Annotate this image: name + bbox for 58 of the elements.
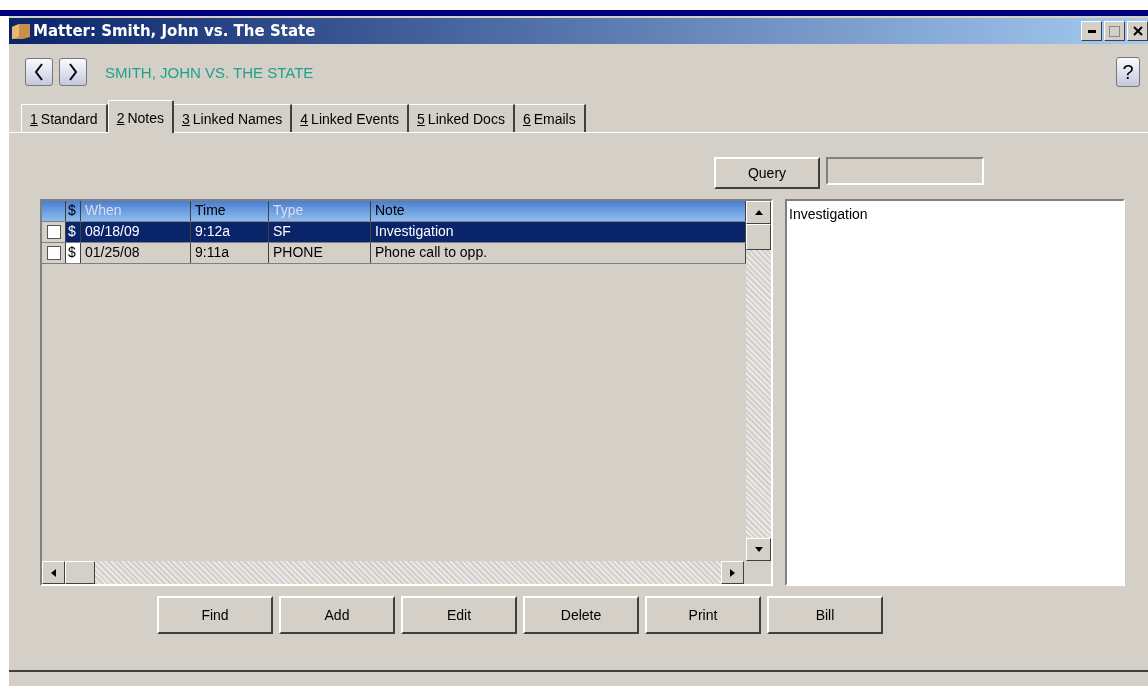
note-text: Investigation bbox=[789, 206, 868, 222]
down-arrow-icon bbox=[754, 547, 763, 552]
vertical-scrollbar[interactable] bbox=[746, 201, 771, 561]
table-cell: PHONE bbox=[269, 243, 371, 263]
tab[interactable]: 2 Notes bbox=[107, 100, 174, 133]
left-arrow-icon bbox=[51, 568, 56, 577]
scroll-thumb[interactable] bbox=[65, 561, 95, 584]
scroll-up-button[interactable] bbox=[746, 201, 771, 224]
note-preview[interactable]: Investigation bbox=[785, 199, 1125, 586]
horizontal-scrollbar[interactable] bbox=[42, 561, 771, 584]
tab[interactable]: 5 Linked Docs bbox=[409, 104, 515, 132]
column-header[interactable] bbox=[42, 201, 66, 221]
tab[interactable]: 6 Emails bbox=[514, 104, 586, 132]
window-title: Matter: Smith, John vs. The State bbox=[33, 22, 316, 40]
checkbox[interactable] bbox=[46, 225, 61, 239]
tab[interactable]: 1 Standard bbox=[21, 104, 108, 132]
scroll-left-button[interactable] bbox=[42, 561, 65, 584]
column-header[interactable]: Time bbox=[191, 201, 269, 221]
tab[interactable]: 4 Linked Events bbox=[292, 104, 410, 132]
maximize-button[interactable] bbox=[1104, 21, 1125, 41]
action-button[interactable]: Bill bbox=[767, 596, 883, 634]
forward-button[interactable] bbox=[59, 58, 87, 86]
action-button[interactable]: Edit bbox=[401, 596, 517, 634]
action-button[interactable]: Print bbox=[645, 596, 761, 634]
checkbox[interactable] bbox=[46, 246, 61, 260]
back-icon bbox=[34, 63, 44, 81]
action-button[interactable]: Find bbox=[157, 596, 273, 634]
help-button[interactable]: ? bbox=[1116, 57, 1140, 87]
forward-icon bbox=[68, 63, 78, 81]
table-cell: $ bbox=[66, 222, 81, 242]
back-button[interactable] bbox=[25, 58, 53, 86]
query-button[interactable]: Query bbox=[714, 157, 820, 189]
close-button[interactable] bbox=[1127, 21, 1148, 41]
table-cell: 9:11a bbox=[191, 243, 269, 263]
table-cell: SF bbox=[269, 222, 371, 242]
table-row[interactable]: $ 01/25/08 9:11a PHONE Phone call to opp. bbox=[42, 243, 746, 264]
action-button[interactable]: Delete bbox=[523, 596, 639, 634]
table-row[interactable]: $ 08/18/09 9:12a SF Investigation bbox=[42, 222, 746, 243]
right-arrow-icon bbox=[730, 568, 735, 577]
table-cell: 01/25/08 bbox=[81, 243, 191, 263]
table-cell: $ bbox=[66, 243, 81, 263]
column-header[interactable]: $ bbox=[66, 201, 81, 221]
action-button[interactable]: Add bbox=[279, 596, 395, 634]
matter-name: SMITH, JOHN VS. THE STATE bbox=[105, 63, 314, 81]
table-cell: 9:12a bbox=[191, 222, 269, 242]
tab[interactable]: 3 Linked Names bbox=[174, 104, 293, 132]
table-cell: Investigation bbox=[371, 222, 746, 242]
query-field[interactable] bbox=[826, 157, 984, 185]
up-arrow-icon bbox=[754, 210, 763, 215]
maximize-icon bbox=[1109, 25, 1120, 37]
table-cell: 08/18/09 bbox=[81, 222, 191, 242]
scroll-down-button[interactable] bbox=[746, 538, 771, 561]
scroll-thumb[interactable] bbox=[746, 224, 771, 250]
column-header[interactable]: Note bbox=[371, 201, 746, 221]
minimize-icon bbox=[1087, 29, 1096, 33]
scroll-right-button[interactable] bbox=[721, 561, 744, 584]
minimize-button[interactable] bbox=[1081, 21, 1102, 41]
close-icon bbox=[1132, 26, 1143, 36]
